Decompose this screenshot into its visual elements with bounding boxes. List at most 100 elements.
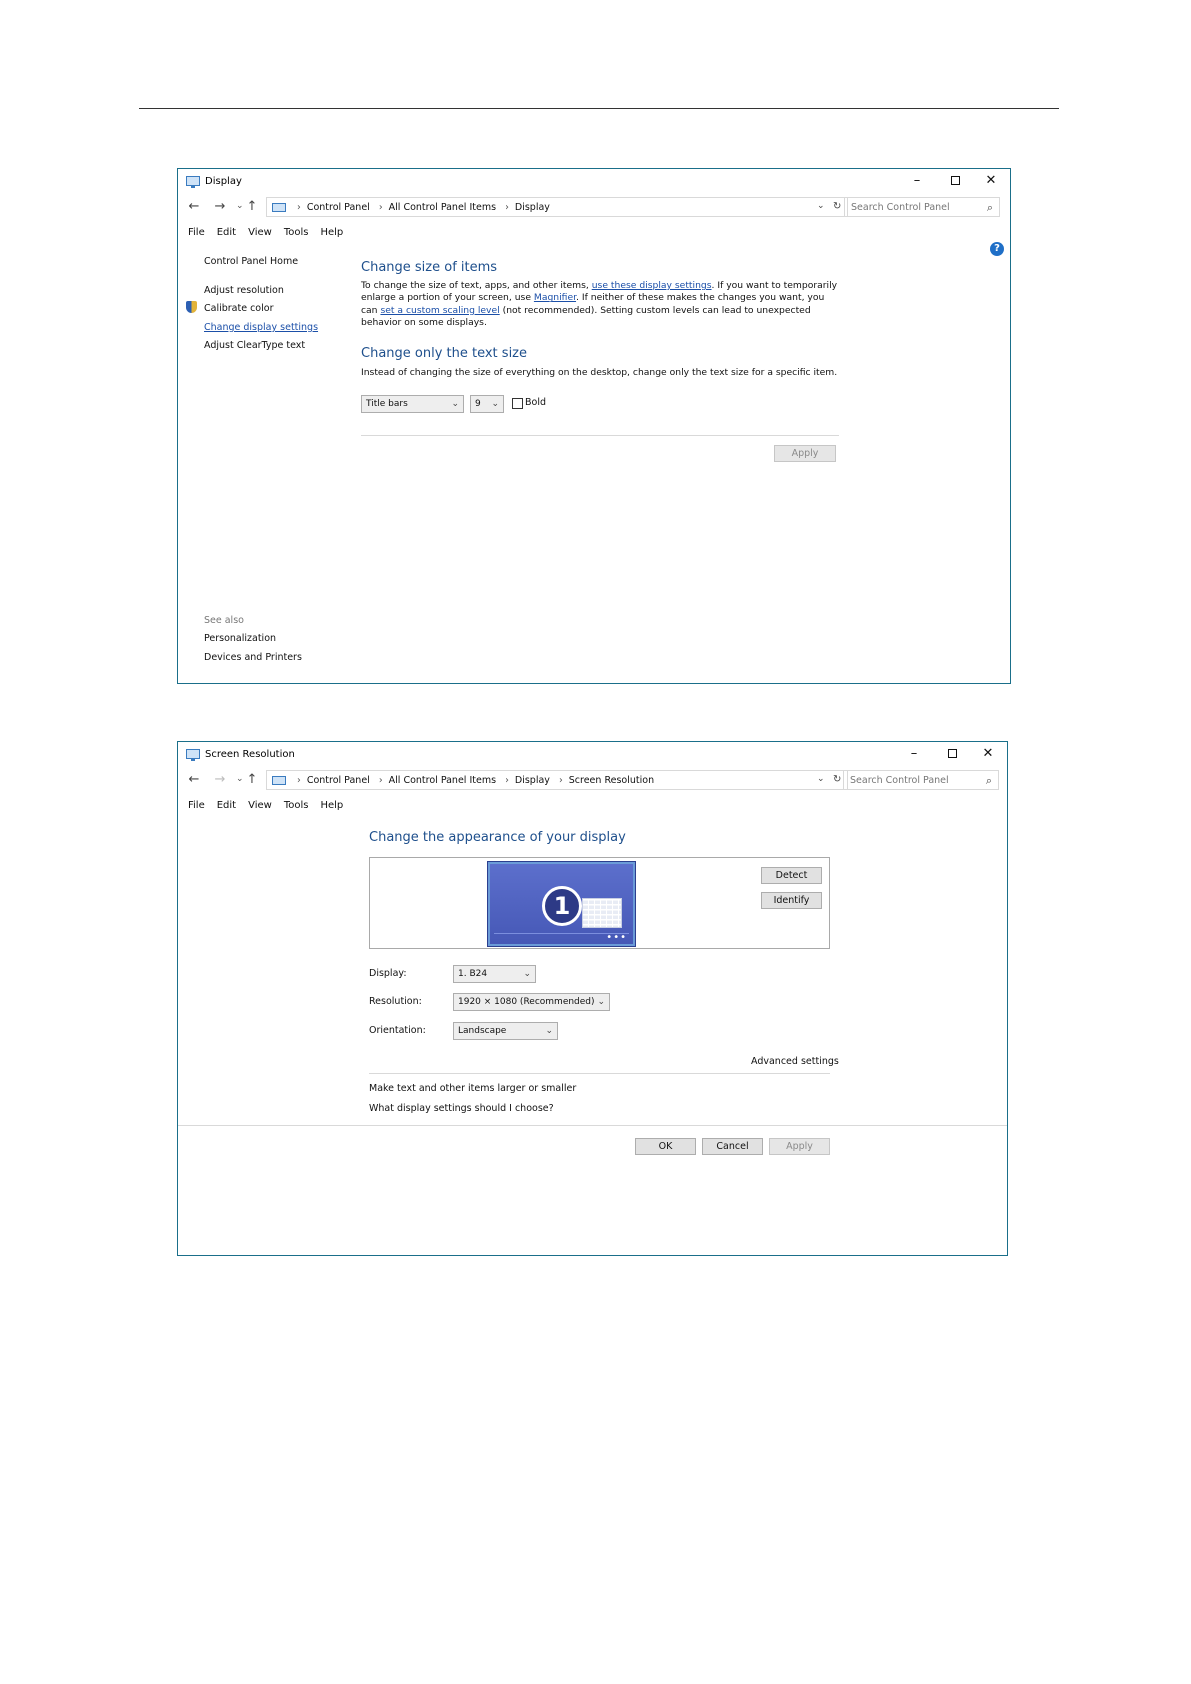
recent-dropdown-icon[interactable]: ⌄ — [236, 201, 244, 211]
menu-view[interactable]: View — [248, 800, 272, 811]
forward-icon[interactable]: → — [212, 772, 228, 787]
sidebar-adjust-cleartype[interactable]: Adjust ClearType text — [204, 340, 305, 351]
detect-button[interactable]: Detect — [761, 867, 822, 884]
control-panel-icon — [272, 203, 286, 212]
close-button[interactable]: ✕ — [973, 745, 1003, 763]
sidebar-control-panel-home[interactable]: Control Panel Home — [204, 256, 298, 267]
sidebar-personalization[interactable]: Personalization — [204, 633, 276, 644]
identify-button[interactable]: Identify — [761, 892, 822, 909]
menu-file[interactable]: File — [188, 800, 205, 811]
display-settings-link[interactable]: use these display settings — [592, 280, 712, 291]
maximize-button[interactable] — [937, 745, 967, 763]
search-icon: ⌕ — [985, 774, 992, 787]
search-input[interactable]: Search Control Panel ⌕ — [844, 197, 1000, 217]
monitor-1[interactable]: 1 ••• — [488, 862, 635, 946]
search-icon: ⌕ — [986, 201, 993, 214]
apply-button[interactable]: Apply — [774, 445, 836, 462]
footer-divider — [178, 1125, 1007, 1126]
menu-help[interactable]: Help — [320, 800, 343, 811]
divider — [361, 435, 839, 436]
recent-dropdown-icon[interactable]: ⌄ — [236, 774, 244, 784]
breadcrumb: › Control Panel › All Control Panel Items … — [297, 202, 550, 213]
orientation-select[interactable]: Landscape ⌄ — [453, 1022, 558, 1040]
chevron-down-icon: ⌄ — [597, 997, 605, 1007]
back-icon[interactable]: ← — [186, 199, 202, 214]
breadcrumb: › Control Panel › All Control Panel Items … — [297, 775, 655, 786]
address-bar[interactable]: › Control Panel › All Control Panel Items … — [266, 197, 848, 217]
cancel-button[interactable]: Cancel — [702, 1138, 763, 1155]
back-icon[interactable]: ← — [186, 772, 202, 787]
chevron-down-icon[interactable]: ⌄ — [817, 774, 825, 784]
resolution-label: Resolution: — [369, 996, 422, 1007]
bold-checkbox[interactable] — [512, 398, 523, 409]
custom-scaling-link[interactable]: set a custom scaling level — [380, 305, 499, 316]
magnifier-link[interactable]: Magnifier — [534, 292, 576, 303]
breadcrumb-screen-resolution[interactable]: Screen Resolution — [569, 775, 654, 786]
maximize-icon — [947, 749, 957, 758]
menu-tools[interactable]: Tools — [284, 227, 309, 238]
maximize-button[interactable] — [940, 172, 970, 190]
text-size-description: Instead of changing the size of everythi… — [361, 367, 838, 378]
sidebar-devices-printers[interactable]: Devices and Printers — [204, 652, 302, 663]
text-size-heading: Change only the text size — [361, 346, 527, 361]
minimize-button[interactable]: – — [902, 172, 932, 190]
ok-button[interactable]: OK — [635, 1138, 696, 1155]
font-size-select[interactable]: 9 ⌄ — [470, 395, 504, 413]
search-input[interactable]: Search Control Panel ⌕ — [843, 770, 999, 790]
window-title: Display — [205, 176, 242, 187]
breadcrumb-display[interactable]: Display — [515, 775, 550, 786]
display-icon — [186, 176, 200, 188]
page-title: Change the appearance of your display — [369, 830, 626, 845]
menu-help[interactable]: Help — [320, 227, 343, 238]
menu-tools[interactable]: Tools — [284, 800, 309, 811]
help-icon[interactable]: ? — [990, 242, 1004, 256]
close-button[interactable]: ✕ — [976, 172, 1006, 190]
menu-bar: File Edit View Tools Help — [188, 800, 355, 811]
shield-icon — [186, 301, 197, 313]
menu-bar: File Edit View Tools Help — [188, 227, 355, 238]
menu-edit[interactable]: Edit — [217, 227, 236, 238]
size-heading: Change size of items — [361, 260, 498, 275]
resolution-select[interactable]: 1920 × 1080 (Recommended) ⌄ — [453, 993, 610, 1011]
size-description: To change the size of text, apps, and ot… — [361, 280, 838, 329]
start-screen-icon — [582, 898, 622, 928]
up-icon[interactable]: ↑ — [244, 772, 260, 787]
control-panel-icon — [272, 776, 286, 785]
menu-file[interactable]: File — [188, 227, 205, 238]
chevron-down-icon: ⌄ — [523, 969, 531, 979]
advanced-settings-link[interactable]: Advanced settings — [751, 1056, 839, 1067]
orientation-label: Orientation: — [369, 1025, 426, 1036]
chevron-down-icon[interactable]: ⌄ — [817, 201, 825, 211]
display-window: Display – ✕ ← → ⌄ ↑ › Control Panel › All … — [177, 168, 1011, 684]
item-select[interactable]: Title bars ⌄ — [361, 395, 464, 413]
title-bar[interactable]: Screen Resolution – ✕ — [178, 742, 1007, 766]
divider — [369, 1073, 830, 1074]
sidebar-calibrate-color[interactable]: Calibrate color — [204, 303, 273, 314]
breadcrumb-display[interactable]: Display — [515, 202, 550, 213]
menu-edit[interactable]: Edit — [217, 800, 236, 811]
text-size-link[interactable]: Make text and other items larger or smal… — [369, 1083, 576, 1094]
apply-button[interactable]: Apply — [769, 1138, 830, 1155]
breadcrumb-all-items[interactable]: All Control Panel Items — [389, 202, 496, 213]
breadcrumb-control-panel[interactable]: Control Panel — [307, 202, 370, 213]
display-help-link[interactable]: What display settings should I choose? — [369, 1103, 554, 1114]
refresh-icon[interactable]: ↻ — [833, 201, 841, 212]
see-also-label: See also — [204, 615, 244, 626]
display-select[interactable]: 1. B24 ⌄ — [453, 965, 536, 983]
title-bar[interactable]: Display – ✕ — [178, 169, 1010, 193]
monitor-number-badge: 1 — [542, 886, 582, 926]
sidebar-change-display-settings[interactable]: Change display settings — [204, 322, 318, 333]
address-bar[interactable]: › Control Panel › All Control Panel Items … — [266, 770, 848, 790]
sidebar-adjust-resolution[interactable]: Adjust resolution — [204, 285, 284, 296]
menu-view[interactable]: View — [248, 227, 272, 238]
up-icon[interactable]: ↑ — [244, 199, 260, 214]
breadcrumb-all-items[interactable]: All Control Panel Items — [389, 775, 496, 786]
screen-resolution-window: Screen Resolution – ✕ ← → ⌄ ↑ › Control P… — [177, 741, 1008, 1256]
refresh-icon[interactable]: ↻ — [833, 774, 841, 785]
breadcrumb-control-panel[interactable]: Control Panel — [307, 775, 370, 786]
display-preview: 1 ••• Detect Identify — [369, 857, 830, 949]
forward-icon[interactable]: → — [212, 199, 228, 214]
chevron-down-icon: ⌄ — [491, 399, 499, 409]
display-icon — [186, 749, 200, 761]
minimize-button[interactable]: – — [899, 745, 929, 763]
